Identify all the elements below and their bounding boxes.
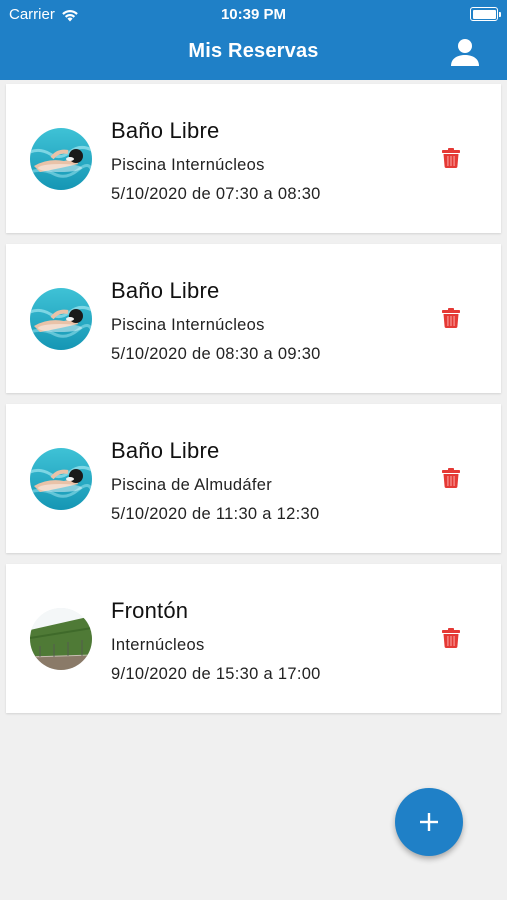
page-title: Mis Reservas xyxy=(188,40,319,62)
clock: 10:39 PM xyxy=(220,6,287,23)
plus-icon xyxy=(420,813,438,831)
trash-icon xyxy=(442,148,460,168)
reservation-title: Baño Libre xyxy=(111,278,220,303)
reservation-time: 9/10/2020 de 15:30 a 17:00 xyxy=(111,665,321,683)
trash-icon xyxy=(442,628,460,648)
activity-image xyxy=(30,288,92,350)
swimmer-image xyxy=(30,288,92,350)
swimmer-image xyxy=(30,128,92,190)
reservation-place: Internúcleos xyxy=(111,636,205,654)
reservation-title: Frontón xyxy=(111,598,189,623)
delete-button[interactable] xyxy=(442,148,460,168)
activity-image xyxy=(30,448,92,510)
reservation-card[interactable]: Frontón Internúcleos 9/10/2020 de 15:30 … xyxy=(6,564,501,713)
reservation-title: Baño Libre xyxy=(111,118,220,143)
reservation-card[interactable]: Baño Libre Piscina de Almudáfer 5/10/202… xyxy=(6,404,501,553)
battery-icon xyxy=(470,7,501,21)
reservation-card[interactable]: Baño Libre Piscina Internúcleos 5/10/202… xyxy=(6,84,501,233)
reservation-card[interactable]: Baño Libre Piscina Internúcleos 5/10/202… xyxy=(6,244,501,393)
status-bar: Carrier 10:39 PM xyxy=(0,0,507,28)
swimmer-image xyxy=(30,448,92,510)
reservation-list: Baño Libre Piscina Internúcleos 5/10/202… xyxy=(6,84,501,724)
trash-icon xyxy=(442,308,460,328)
delete-button[interactable] xyxy=(442,628,460,648)
reservation-time: 5/10/2020 de 07:30 a 08:30 xyxy=(111,185,321,203)
reservation-place: Piscina Internúcleos xyxy=(111,156,265,174)
delete-button[interactable] xyxy=(442,308,460,328)
profile-button[interactable] xyxy=(449,36,481,68)
reservation-place: Piscina Internúcleos xyxy=(111,316,265,334)
add-reservation-button[interactable] xyxy=(395,788,463,856)
reservation-title: Baño Libre xyxy=(111,438,220,463)
reservation-time: 5/10/2020 de 11:30 a 12:30 xyxy=(111,505,320,523)
activity-image xyxy=(30,608,92,670)
fronton-court-image xyxy=(30,608,92,670)
app-header: Carrier 10:39 PM Mis Reservas xyxy=(0,0,507,80)
user-icon xyxy=(451,39,479,66)
delete-button[interactable] xyxy=(442,468,460,488)
activity-image xyxy=(30,128,92,190)
trash-icon xyxy=(442,468,460,488)
reservation-place: Piscina de Almudáfer xyxy=(111,476,273,494)
reservation-time: 5/10/2020 de 08:30 a 09:30 xyxy=(111,345,321,363)
